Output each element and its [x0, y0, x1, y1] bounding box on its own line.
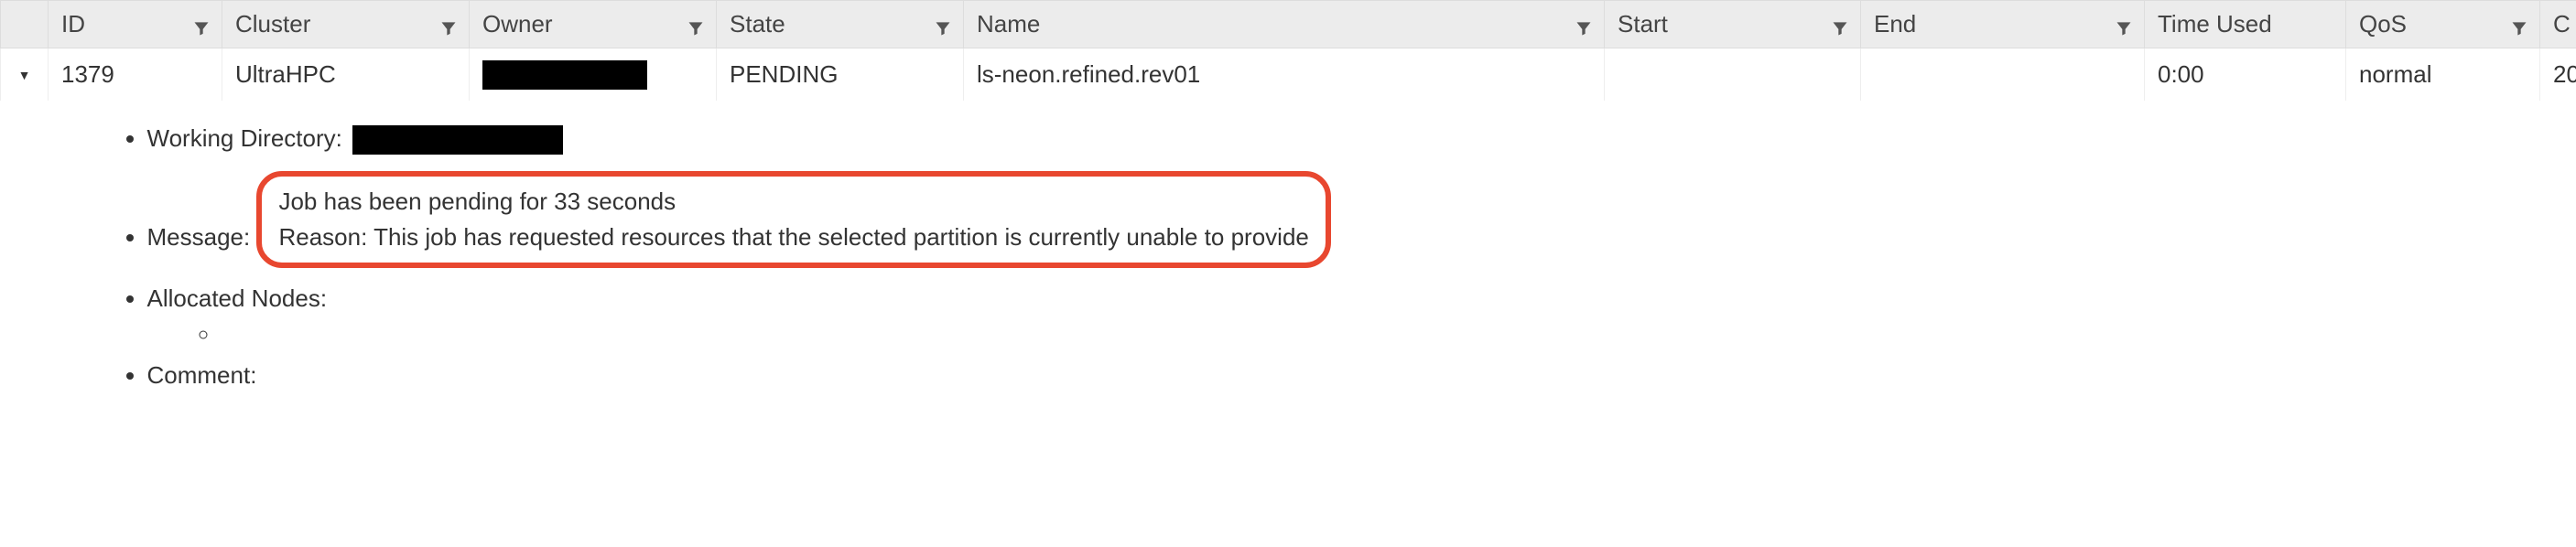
cell-start [1605, 48, 1861, 102]
detail-working-directory: Working Directory: [147, 119, 2576, 160]
filter-icon[interactable] [439, 16, 458, 34]
column-header-expand [1, 1, 49, 48]
jobs-table: ID Cluster Owner State [0, 0, 2576, 423]
column-header-cluster[interactable]: Cluster [222, 1, 470, 48]
column-header-start[interactable]: Start [1605, 1, 1861, 48]
column-label: Owner [482, 10, 553, 38]
filter-icon[interactable] [1575, 16, 1593, 34]
redacted-working-directory [352, 125, 563, 155]
filter-icon[interactable] [2510, 16, 2528, 34]
allocated-node-item [221, 318, 2576, 350]
details-row: Working Directory: Message: Job has been… [1, 101, 2576, 423]
column-label: Time Used [2158, 10, 2272, 38]
cell-owner [470, 48, 717, 102]
cell-extra: 20 [2540, 48, 2576, 102]
column-label: Start [1618, 10, 1668, 38]
filter-icon[interactable] [687, 16, 705, 34]
detail-message: Message: Job has been pending for 33 sec… [147, 160, 2576, 279]
filter-icon[interactable] [1831, 16, 1849, 34]
message-highlight-box: Job has been pending for 33 seconds Reas… [256, 171, 1330, 268]
column-header-name[interactable]: Name [964, 1, 1605, 48]
cell-timeused: 0:00 [2145, 48, 2346, 102]
message-line-1: Job has been pending for 33 seconds [278, 184, 1308, 220]
table-header-row: ID Cluster Owner State [1, 1, 2576, 48]
column-header-qos[interactable]: QoS [2346, 1, 2540, 48]
expand-toggle[interactable]: ▼ [1, 48, 49, 102]
cell-name: ls-neon.refined.rev01 [964, 48, 1605, 102]
column-label: C [2553, 10, 2571, 38]
column-header-end[interactable]: End [1861, 1, 2145, 48]
column-header-timeused[interactable]: Time Used [2145, 1, 2346, 48]
table-row[interactable]: ▼ 1379 UltraHPC PENDING ls-neon.refined.… [1, 48, 2576, 102]
column-label: ID [61, 10, 85, 38]
column-label: QoS [2359, 10, 2407, 38]
detail-label: Comment: [147, 361, 257, 389]
cell-state: PENDING [717, 48, 964, 102]
detail-comment: Comment: [147, 356, 2576, 395]
column-label: End [1874, 10, 1916, 38]
filter-icon[interactable] [934, 16, 952, 34]
redacted-owner [482, 60, 647, 90]
detail-allocated-nodes: Allocated Nodes: [147, 279, 2576, 356]
column-header-extra[interactable]: C [2540, 1, 2576, 48]
column-label: Name [977, 10, 1040, 38]
cell-end [1861, 48, 2145, 102]
message-line-2: Reason: This job has requested resources… [278, 220, 1308, 255]
column-label: Cluster [235, 10, 310, 38]
column-header-owner[interactable]: Owner [470, 1, 717, 48]
detail-label: Message: [147, 223, 251, 251]
column-header-id[interactable]: ID [49, 1, 222, 48]
allocated-nodes-sublist [221, 318, 2576, 350]
column-header-state[interactable]: State [717, 1, 964, 48]
column-label: State [730, 10, 785, 38]
filter-icon[interactable] [2115, 16, 2133, 34]
detail-label: Working Directory: [147, 124, 342, 152]
detail-label: Allocated Nodes: [147, 284, 328, 312]
filter-icon[interactable] [192, 16, 211, 34]
cell-id: 1379 [49, 48, 222, 102]
details-list: Working Directory: Message: Job has been… [147, 119, 2576, 395]
cell-cluster: UltraHPC [222, 48, 470, 102]
cell-qos: normal [2346, 48, 2540, 102]
